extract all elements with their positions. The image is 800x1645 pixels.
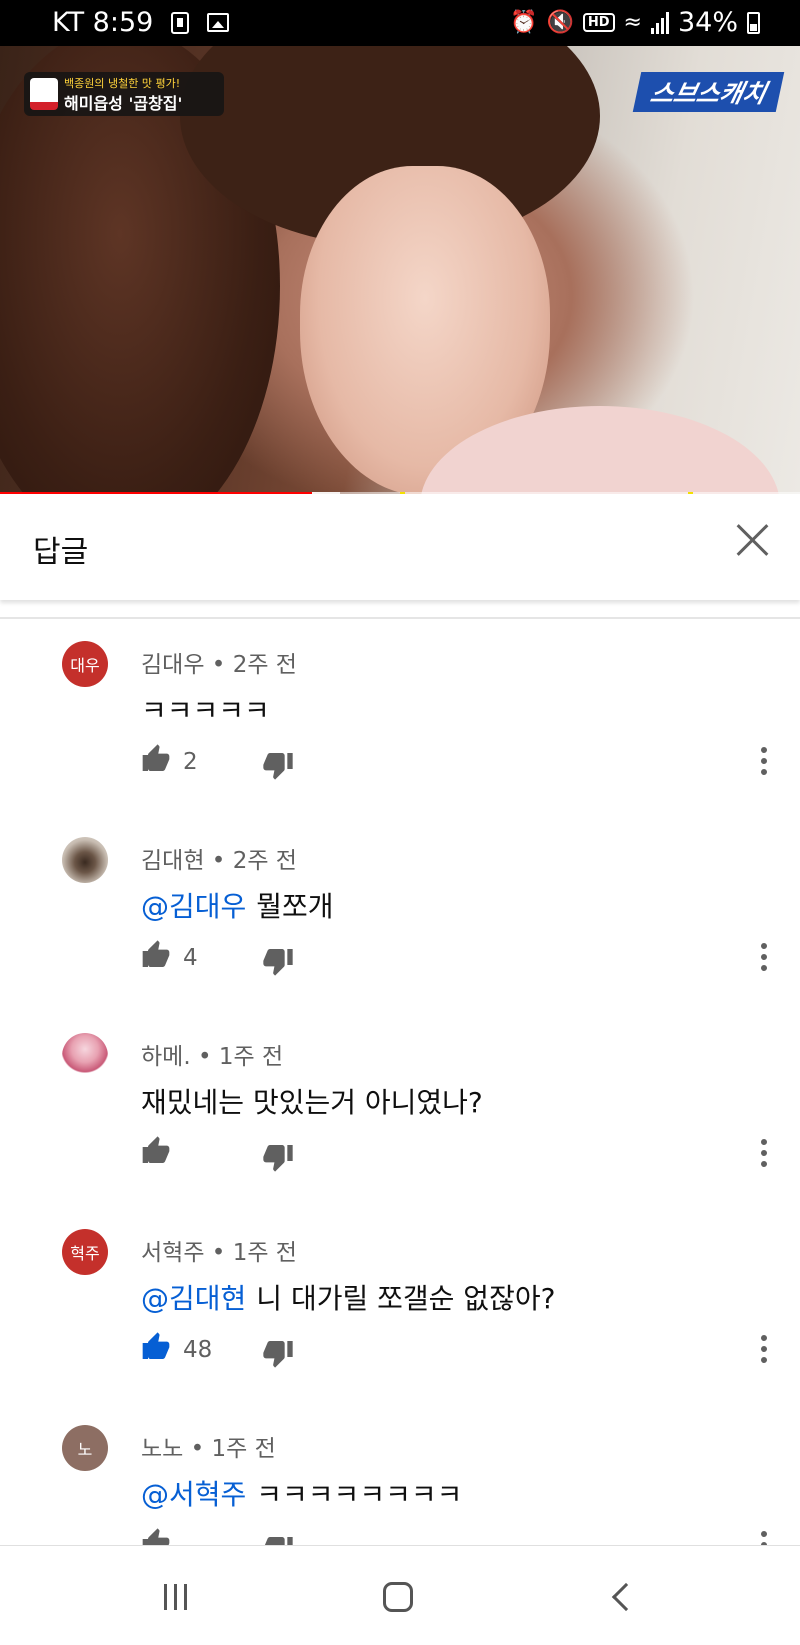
reply-actions: 4 (0, 815, 800, 1011)
reply-actions: 48 (0, 1207, 800, 1403)
close-icon[interactable] (734, 522, 770, 558)
reply-actions (0, 1011, 800, 1207)
home-button[interactable] (373, 1572, 423, 1622)
battery-percent: 34% (677, 7, 738, 38)
more-options-icon[interactable] (752, 1331, 776, 1367)
reply-item: 대우 김대우 • 2주 전 ㅋㅋㅋㅋㅋ 2 (0, 619, 800, 815)
dislike-icon[interactable] (262, 749, 294, 781)
mute-icon: 🔇 (546, 10, 574, 35)
hd-icon: HD (582, 13, 615, 32)
like-count: 4 (183, 945, 198, 971)
video-player[interactable]: 백종원의 냉철한 맛 평가! 해미읍성 '곱창집' 스브스캐치 (0, 46, 800, 494)
carrier-time: KT 8:59 (52, 7, 154, 38)
dislike-icon[interactable] (262, 945, 294, 977)
badge-title: 해미읍성 '곱창집' (64, 94, 183, 113)
replies-header: 답글 (0, 494, 800, 600)
wifi-icon: ≈ (623, 10, 642, 35)
recent-apps-button[interactable] (150, 1572, 200, 1622)
gallery-icon (207, 13, 230, 32)
like-icon[interactable] (140, 1135, 172, 1167)
status-bar: KT 8:59 ⏰ 🔇 HD ≈ 34% (0, 0, 800, 46)
system-nav-bar (0, 1545, 800, 1645)
like-count: 2 (183, 749, 198, 775)
dislike-icon[interactable] (262, 1141, 294, 1173)
reply-item: 혁주 서혁주 • 1주 전 @김대현 니 대가릴 쪼갤순 없잖아? 48 (0, 1207, 800, 1403)
reply-item: 김대현 • 2주 전 @김대우 뭘쪼개 4 (0, 815, 800, 1011)
dislike-icon[interactable] (262, 1337, 294, 1369)
alarm-icon: ⏰ (510, 10, 538, 35)
like-count: 48 (183, 1337, 213, 1363)
like-icon[interactable] (140, 1331, 172, 1363)
battery-icon (747, 11, 760, 34)
badge-subtitle: 백종원의 냉철한 맛 평가! (64, 77, 181, 90)
more-options-icon[interactable] (752, 939, 776, 975)
replies-title: 답글 (33, 535, 89, 570)
more-options-icon[interactable] (752, 1135, 776, 1171)
status-left: KT 8:59 (52, 7, 230, 38)
reply-item: 하메. • 1주 전 재밌네는 맛있는거 아니였나? (0, 1011, 800, 1207)
like-icon[interactable] (140, 743, 172, 775)
signal-icon (650, 11, 669, 34)
more-options-icon[interactable] (752, 743, 776, 779)
badge-logo-icon (30, 78, 58, 110)
reply-actions: 2 (0, 619, 800, 815)
video-title-badge: 백종원의 냉철한 맛 평가! 해미읍성 '곱창집' (24, 72, 224, 116)
back-button[interactable] (596, 1572, 646, 1622)
channel-logo: 스브스캐치 (632, 72, 785, 112)
notification-icon (171, 11, 190, 34)
status-right: ⏰ 🔇 HD ≈ 34% (510, 7, 760, 38)
like-icon[interactable] (140, 939, 172, 971)
